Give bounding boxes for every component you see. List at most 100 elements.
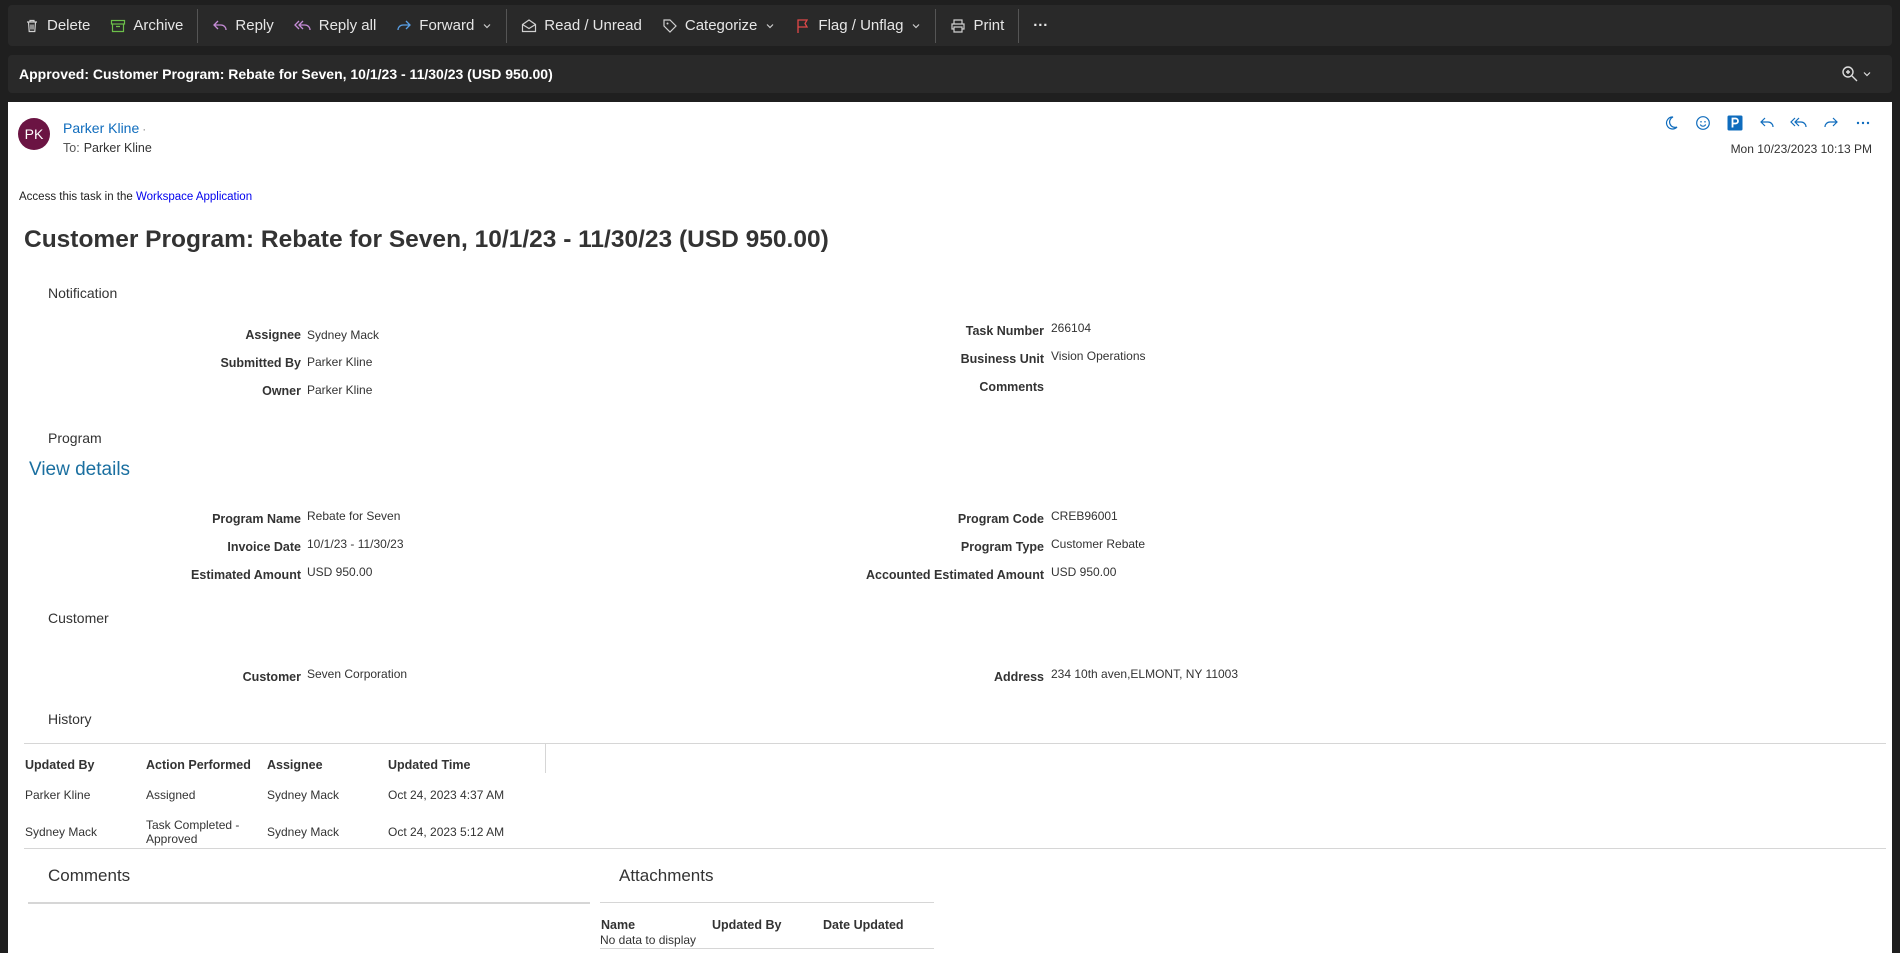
- program-name-label: Program Name: [212, 512, 301, 526]
- delete-label: Delete: [47, 17, 91, 34]
- sender-name-text[interactable]: Parker Kline: [63, 120, 139, 136]
- history-header-updated-time: Updated Time: [388, 758, 471, 772]
- business-unit-label: Business Unit: [960, 352, 1044, 366]
- to-label: To:: [63, 141, 80, 155]
- archive-label: Archive: [133, 17, 184, 34]
- message-actions: [1660, 112, 1874, 134]
- recipient-name[interactable]: Parker Kline: [84, 141, 152, 155]
- accounted-amount-value: USD 950.00: [1051, 565, 1117, 579]
- subject-bar: Approved: Customer Program: Rebate for S…: [8, 55, 1892, 93]
- submitted-by-value: Parker Kline: [307, 355, 373, 369]
- categorize-button[interactable]: Categorize: [652, 5, 786, 46]
- toolbar-divider: [1018, 8, 1020, 43]
- email-subject: Approved: Customer Program: Rebate for S…: [19, 66, 553, 82]
- submitted-by-label: Submitted By: [220, 356, 301, 370]
- message-date: Mon 10/23/2023 10:13 PM: [1730, 142, 1872, 156]
- flag-icon: [797, 18, 809, 33]
- program-name-value: Rebate for Seven: [307, 509, 401, 523]
- attachments-divider: [600, 902, 934, 903]
- owner-value: Parker Kline: [307, 383, 373, 397]
- envelope-open-icon: [522, 18, 537, 32]
- delete-button[interactable]: Delete: [14, 5, 100, 46]
- recipient-line: To: Parker Kline: [63, 141, 152, 155]
- archive-icon: [111, 19, 126, 32]
- program-type-value: Customer Rebate: [1051, 537, 1146, 551]
- accounted-amount-label: Accounted Estimated Amount: [865, 568, 1044, 582]
- history-divider: [24, 743, 1886, 744]
- view-details-link[interactable]: View details: [29, 459, 130, 481]
- tag-icon: [663, 18, 677, 33]
- history-cell: Sydney Mack: [25, 825, 98, 839]
- forward-icon[interactable]: [1820, 112, 1842, 134]
- reply-all-icon: [293, 20, 311, 30]
- emoji-icon[interactable]: [1692, 112, 1714, 134]
- access-prefix: Access this task in the: [19, 191, 136, 203]
- history-cell: Assigned: [146, 788, 196, 802]
- print-label: Print: [973, 17, 1005, 34]
- notification-heading: Notification: [48, 285, 118, 301]
- attachments-header-name: Name: [601, 918, 636, 932]
- address-label: Address: [993, 670, 1044, 684]
- history-heading: History: [48, 711, 92, 727]
- chevron-down-icon: [1863, 72, 1871, 77]
- history-header-updated-by: Updated By: [25, 758, 95, 772]
- reply-all-button[interactable]: Reply all: [284, 5, 387, 46]
- forward-label: Forward: [419, 17, 475, 34]
- parking-app-icon[interactable]: [1724, 112, 1746, 134]
- zoom-button[interactable]: [1841, 65, 1872, 83]
- history-cell: Parker Kline: [25, 788, 91, 802]
- flag-label: Flag / Unflag: [818, 17, 904, 34]
- task-number-value: 266104: [1051, 321, 1092, 335]
- customer-label: Customer: [242, 670, 301, 684]
- reply-button[interactable]: Reply: [202, 5, 283, 46]
- estimated-amount-label: Estimated Amount: [191, 568, 301, 582]
- avatar[interactable]: PK: [18, 118, 50, 150]
- attachments-header-date-updated: Date Updated: [823, 918, 904, 932]
- forward-icon: [397, 20, 412, 30]
- toolbar-divider: [935, 8, 937, 43]
- comments-label: Comments: [979, 380, 1044, 394]
- moon-icon[interactable]: [1660, 112, 1682, 134]
- chevron-down-icon[interactable]: [911, 21, 921, 31]
- customer-heading: Customer: [48, 610, 109, 626]
- access-line: Access this task in the Workspace Applic…: [19, 191, 252, 203]
- reply-all-icon[interactable]: [1788, 112, 1810, 134]
- archive-button[interactable]: Archive: [100, 5, 193, 46]
- more-actions-button[interactable]: ···: [1023, 5, 1058, 46]
- read-unread-button[interactable]: Read / Unread: [511, 5, 652, 46]
- owner-label: Owner: [262, 384, 301, 398]
- command-toolbar: Delete Archive Reply Reply all Forward R…: [8, 5, 1892, 46]
- history-cell: Sydney Mack: [267, 788, 340, 802]
- sender-name[interactable]: Parker Kline ·: [63, 120, 146, 136]
- history-cell: Sydney Mack: [267, 825, 340, 839]
- address-value: 234 10th aven,ELMONT, NY 11003: [1051, 667, 1239, 681]
- reading-pane: PK Parker Kline · To: Parker Kline Mon 10/…: [8, 102, 1892, 953]
- flag-button[interactable]: Flag / Unflag: [785, 5, 931, 46]
- attachments-header-updated-by: Updated By: [712, 918, 782, 932]
- chevron-down-icon[interactable]: [765, 21, 775, 31]
- toolbar-divider: [506, 8, 508, 43]
- assignee-label: Assignee: [245, 328, 301, 342]
- categorize-label: Categorize: [684, 17, 758, 34]
- workspace-link[interactable]: Workspace Application: [136, 191, 252, 203]
- history-bottom-divider: [24, 848, 1886, 849]
- forward-button[interactable]: Forward: [386, 5, 502, 46]
- zoom-icon: [1842, 66, 1858, 82]
- more-icon[interactable]: [1852, 112, 1874, 134]
- sender-separator: ·: [142, 122, 147, 136]
- comments-divider: [28, 902, 590, 904]
- program-code-value: CREB96001: [1051, 509, 1118, 523]
- task-number-label: Task Number: [965, 324, 1044, 338]
- printer-icon: [951, 18, 966, 33]
- program-code-label: Program Code: [957, 512, 1044, 526]
- print-button[interactable]: Print: [940, 5, 1014, 46]
- invoice-date-value: 10/1/23 - 11/30/23: [307, 537, 404, 551]
- toolbar-divider: [197, 8, 199, 43]
- history-cell: Oct 24, 2023 5:12 AM: [388, 825, 505, 839]
- comments-heading: Comments: [48, 866, 131, 885]
- history-cell: Task Completed - Approved: [146, 818, 240, 846]
- reply-icon: [213, 20, 228, 30]
- reply-all-label: Reply all: [318, 17, 377, 34]
- reply-icon[interactable]: [1756, 112, 1778, 134]
- chevron-down-icon[interactable]: [482, 21, 492, 31]
